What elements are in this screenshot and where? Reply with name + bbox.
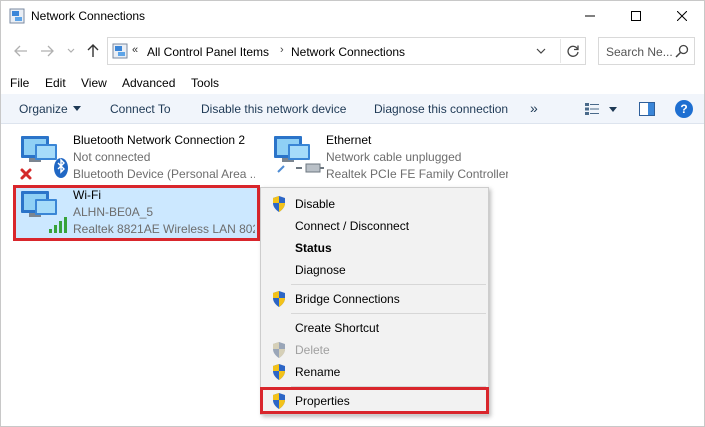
up-arrow-icon[interactable]	[83, 41, 103, 61]
context-menu-item-disable[interactable]: Disable	[263, 193, 486, 215]
network-connections-window: Network Connections « All Control Panel …	[0, 0, 705, 427]
connection-status: Not connected	[73, 150, 151, 164]
connect-to-button[interactable]: Connect To	[110, 102, 171, 116]
breadcrumb-all-control-panel-items[interactable]: All Control Panel Items	[147, 45, 269, 59]
address-dropdown-chevron-icon[interactable]	[531, 43, 551, 59]
menu-view[interactable]: View	[81, 76, 107, 90]
context-menu: Disable Connect / Disconnect Status Diag…	[260, 187, 489, 415]
uac-shield-icon	[272, 291, 286, 307]
preview-pane-icon[interactable]	[639, 100, 655, 118]
organize-label: Organize	[19, 102, 68, 116]
breadcrumb-network-connections[interactable]: Network Connections	[291, 45, 405, 59]
control-panel-icon	[112, 43, 128, 59]
context-menu-item-diagnose[interactable]: Diagnose	[263, 259, 486, 281]
properties-highlight-box	[260, 387, 489, 414]
connection-status: Network cable unplugged	[326, 150, 462, 164]
connection-bluetooth[interactable]: Bluetooth Network Connection 2 Not conne…	[15, 132, 257, 184]
menu-edit[interactable]: Edit	[45, 76, 66, 90]
connection-name: Ethernet	[326, 133, 372, 147]
context-menu-label: Connect / Disconnect	[295, 219, 410, 233]
window-title: Network Connections	[31, 9, 146, 23]
network-connections-icon	[9, 8, 25, 24]
context-menu-label: Status	[295, 241, 332, 255]
context-menu-label: Diagnose	[295, 263, 346, 277]
search-icon[interactable]	[675, 44, 689, 61]
uac-shield-icon	[272, 364, 286, 380]
connection-name: Bluetooth Network Connection 2	[73, 133, 246, 147]
search-box[interactable]: Search Ne...	[598, 37, 695, 65]
organize-button[interactable]: Organize	[19, 102, 81, 116]
address-bar[interactable]: « All Control Panel Items › Network Conn…	[107, 37, 586, 65]
menu-bar: File Edit View Advanced Tools	[1, 73, 704, 93]
wifi-highlight-box	[13, 185, 260, 241]
bluetooth-adapter-icon	[19, 134, 71, 182]
context-menu-item-create-shortcut[interactable]: Create Shortcut	[263, 317, 486, 339]
close-button[interactable]	[659, 1, 705, 31]
menu-advanced[interactable]: Advanced	[122, 76, 175, 90]
ethernet-adapter-icon	[272, 134, 324, 182]
context-menu-label: Bridge Connections	[295, 292, 400, 306]
help-icon[interactable]: ?	[675, 100, 693, 118]
maximize-button[interactable]	[613, 1, 659, 31]
disable-device-button[interactable]: Disable this network device	[201, 102, 346, 116]
forward-arrow-icon[interactable]	[37, 41, 57, 61]
change-view-icon[interactable]	[585, 100, 599, 118]
context-menu-item-bridge-connections[interactable]: Bridge Connections	[263, 288, 486, 310]
search-input[interactable]: Search Ne...	[606, 45, 673, 59]
back-arrow-icon[interactable]	[11, 41, 31, 61]
menu-separator	[291, 313, 486, 314]
diagnose-connection-button[interactable]: Diagnose this connection	[374, 102, 508, 116]
context-menu-label: Disable	[295, 197, 336, 211]
uac-shield-icon	[272, 196, 286, 212]
refresh-icon[interactable]	[560, 39, 584, 63]
address-overflow[interactable]: «	[132, 44, 138, 56]
context-menu-label: Delete	[295, 343, 330, 357]
menu-separator	[291, 284, 486, 285]
connection-device: Bluetooth Device (Personal Area ...	[73, 167, 255, 181]
organize-caret-icon	[72, 106, 81, 111]
command-bar: Organize Connect To Disable this network…	[1, 94, 704, 124]
uac-shield-icon	[272, 342, 286, 358]
connection-device: Realtek PCIe FE Family Controller	[326, 167, 508, 181]
context-menu-item-status[interactable]: Status	[263, 237, 486, 259]
context-menu-item-rename[interactable]: Rename	[263, 361, 486, 383]
recent-locations-chevron-icon[interactable]	[61, 41, 81, 61]
breadcrumb-chevron-icon[interactable]: ›	[280, 44, 284, 56]
context-menu-item-delete[interactable]: Delete	[263, 339, 486, 361]
title-bar[interactable]: Network Connections	[1, 1, 704, 31]
context-menu-label: Create Shortcut	[295, 321, 380, 335]
more-commands-button[interactable]: »	[530, 100, 538, 116]
connection-ethernet[interactable]: Ethernet Network cable unplugged Realtek…	[268, 132, 510, 184]
context-menu-label: Rename	[295, 365, 341, 379]
context-menu-item-connect-disconnect[interactable]: Connect / Disconnect	[263, 215, 486, 237]
view-options-chevron-icon[interactable]	[609, 100, 617, 118]
menu-file[interactable]: File	[10, 76, 29, 90]
navigation-bar: « All Control Panel Items › Network Conn…	[1, 35, 704, 67]
minimize-button[interactable]	[567, 1, 613, 31]
menu-tools[interactable]: Tools	[191, 76, 219, 90]
